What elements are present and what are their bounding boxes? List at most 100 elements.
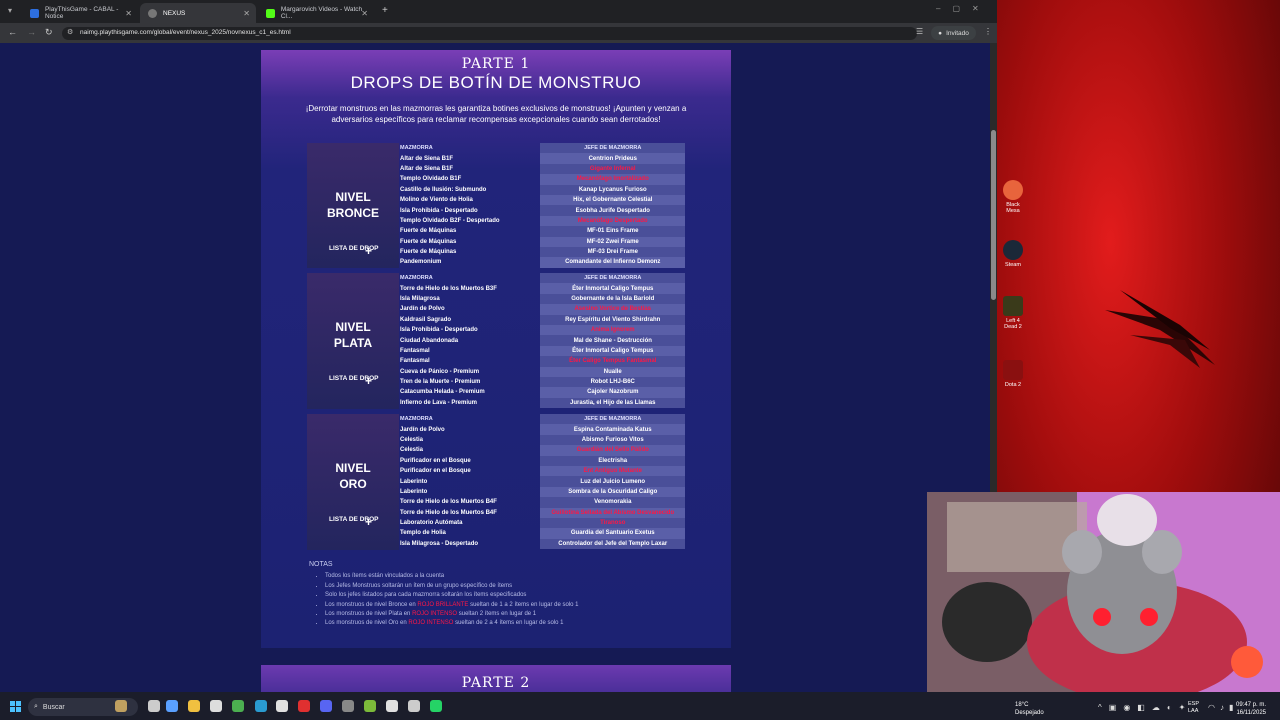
kick-icon[interactable]: [342, 700, 354, 712]
edge-icon[interactable]: [255, 700, 267, 712]
drop-list-button[interactable]: LISTA DE DROP +: [329, 516, 389, 528]
url-text: naimg.playthisgame.com/global/event/nexu…: [80, 28, 291, 36]
tier-title: NIVEL BRONCE: [326, 190, 379, 220]
dungeon-cell: Templo Olvidado B2F - Despertado: [400, 217, 500, 224]
boss-cell: Sombra de la Oscuridad Caligo: [540, 486, 685, 498]
dungeon-cell: Fantasmal: [400, 358, 430, 365]
back-icon[interactable]: ←: [8, 27, 17, 37]
task-view-icon[interactable]: [148, 700, 160, 712]
boss-cell: Mecanófago Imortalizado: [540, 174, 685, 185]
profile-button[interactable]: ● Invitado: [931, 26, 976, 40]
site-info-icon[interactable]: ⚙: [67, 28, 73, 36]
dungeon-cell: Fantasmal: [400, 347, 430, 354]
boss-cell: MF-02 Zwei Frame: [540, 236, 685, 247]
weather-widget[interactable]: 18°C Despejado: [1015, 701, 1044, 717]
windows-start-icon[interactable]: [10, 701, 21, 712]
dungeon-cell: Isla Prohibida - Despertado: [400, 327, 478, 334]
notepad-icon[interactable]: [210, 700, 222, 712]
clock[interactable]: 09:47 p. m. 16/11/2025: [1236, 701, 1266, 717]
dungeon-cell: Torre de Hielo de los Muertos B3F: [400, 285, 497, 292]
close-tab-icon[interactable]: ✕: [361, 9, 368, 18]
notes-section: NOTAS Todos los ítems están vinculados a…: [309, 560, 709, 629]
dungeon-cell: Laboratorio Autómata: [400, 520, 463, 527]
boss-cell: Abismo Furioso Vitos: [540, 434, 685, 446]
language-indicator[interactable]: ESP LAA: [1188, 701, 1199, 715]
table-row: Fuerte de Máquinas MF-03 Drei Frame: [399, 246, 685, 258]
scrollbar-thumb[interactable]: [991, 130, 996, 300]
new-tab-icon[interactable]: +: [382, 5, 388, 16]
dungeon-cell: Pandemonium: [400, 259, 442, 266]
chrome-alt-icon[interactable]: [276, 700, 288, 712]
desktop-icon-steam[interactable]: Steam: [1000, 240, 1026, 268]
close-tab-icon[interactable]: ✕: [125, 9, 132, 18]
tab-search-icon[interactable]: ▾: [8, 6, 12, 15]
boss-cell: Éter Inmortal Caligo Tempus: [540, 345, 685, 357]
dungeon-cell: Laberinto: [400, 478, 428, 485]
reading-mode-icon[interactable]: ☰: [916, 27, 923, 36]
tier-bronze: NIVEL BRONCE LISTA DE DROP + MAZMORRA JEF…: [307, 143, 685, 268]
dungeon-cell: Kaldrasil Sagrado: [400, 316, 452, 323]
boss-cell: Venomorakia: [540, 497, 685, 508]
table-row: Catacumba Helada - Premium Cajoler Nazobr…: [399, 387, 685, 398]
table-row: Fantasmal Éter Caligo Tempus Fantasmal: [399, 356, 685, 367]
boss-cell: Asesino Vortice de Bestias: [540, 304, 685, 315]
profile-label: Invitado: [946, 29, 969, 37]
dungeon-cell: Isla Milagrosa - Despertado: [400, 540, 479, 547]
table-row: Templo de Holia Guardia del Santuario Exe…: [399, 528, 685, 539]
red-highlight: ROJO INTENSO: [408, 620, 454, 627]
discord-icon[interactable]: [320, 700, 332, 712]
chrome-profile-icon[interactable]: [386, 700, 398, 712]
widgets-icon[interactable]: [115, 700, 127, 712]
kick-favicon-icon: [266, 8, 275, 18]
claw-wallpaper-art: [1105, 290, 1215, 368]
drop-table: MAZMORRA JEFE DE MAZMORRA Altar de Siena …: [399, 143, 685, 268]
boss-cell: Éter Caligo Tempus Fantasmal: [540, 356, 685, 367]
whatsapp-icon[interactable]: [430, 700, 442, 712]
window-controls[interactable]: –▢✕: [936, 4, 991, 13]
obs-icon[interactable]: [408, 700, 420, 712]
table-row: Isla Milagrosa Gobernante de la Isla Bari…: [399, 293, 685, 305]
drop-table: MAZMORRA JEFE DE MAZMORRA Jardín de Polvo…: [399, 414, 685, 550]
tab-label: NEXUS: [163, 9, 186, 17]
notes-title: NOTAS: [309, 561, 333, 568]
chrome-icon[interactable]: [232, 700, 244, 712]
tab-cabal-notice[interactable]: PlayThisGame - CABAL - Notice ✕: [22, 3, 138, 23]
profile-icon: ●: [938, 29, 943, 37]
drop-list-button[interactable]: LISTA DE DROP +: [329, 245, 389, 257]
forward-icon[interactable]: →: [27, 27, 36, 37]
desktop-icon-left4dead2[interactable]: Left 4 Dead 2: [1000, 296, 1026, 330]
dungeon-cell: Molino de Viento de Holia: [400, 197, 473, 204]
boss-cell: Guardián del Sello Pálido: [540, 445, 685, 456]
red-highlight: ROJO INTENSO: [412, 611, 458, 618]
boss-cell: Ent Antiguo Mutante: [540, 465, 685, 477]
dungeon-cell: Jardín de Polvo: [400, 306, 445, 313]
system-tray-icons[interactable]: ^▣◉◧☁◐✦: [1098, 703, 1192, 712]
tab-kick-videos[interactable]: Margarovich Videos - Watch Cl... ✕: [258, 3, 374, 23]
reload-icon[interactable]: ↻: [45, 27, 53, 38]
file-explorer-icon[interactable]: [188, 700, 200, 712]
table-row: Altar de Siena B1F Gigante Infernal: [399, 163, 685, 175]
menu-icon[interactable]: ⋮: [984, 27, 992, 36]
table-row: Fantasmal Éter Inmortal Caligo Tempus: [399, 345, 685, 357]
table-row: Fuerte de Máquinas MF-02 Zwei Frame: [399, 236, 685, 247]
desktop-icon-black-mesa[interactable]: Black Mesa: [1000, 180, 1026, 214]
dungeon-cell: Fuerte de Máquinas: [400, 238, 457, 245]
table-row: Templo Olvidado B1F Mecanófago Imortaliza…: [399, 174, 685, 185]
dungeon-cell: Infierno de Lava - Premium: [400, 399, 478, 406]
table-row: Celestia Guardián del Sello Pálido: [399, 445, 685, 456]
note-item: Los monstruos de nivel Oro en ROJO INTEN…: [325, 619, 709, 628]
boss-cell: Esobha Jurife Despertado: [540, 205, 685, 216]
section-title: DROPS DE BOTÍN DE MONSTRUO: [350, 73, 642, 92]
drop-list-button[interactable]: LISTA DE DROP +: [329, 375, 389, 387]
close-tab-icon[interactable]: ✕: [243, 9, 250, 18]
boss-cell: MF-01 Eins Frame: [540, 226, 685, 237]
desktop-icon-dota2[interactable]: Dota 2: [1000, 360, 1026, 388]
xbox-icon[interactable]: [364, 700, 376, 712]
table-row: Molino de Viento de Holia Hix, el Goberna…: [399, 194, 685, 206]
tab-nexus[interactable]: NEXUS ✕: [140, 3, 256, 23]
vivaldi-icon[interactable]: [298, 700, 310, 712]
copilot-icon[interactable]: [166, 700, 178, 712]
network-volume-battery-icons[interactable]: ◠♪▮: [1208, 703, 1238, 712]
note-item: Los monstruos de nivel Plata en ROJO INT…: [325, 610, 709, 619]
boss-cell: Kanap Lycanus Furioso: [540, 184, 685, 195]
